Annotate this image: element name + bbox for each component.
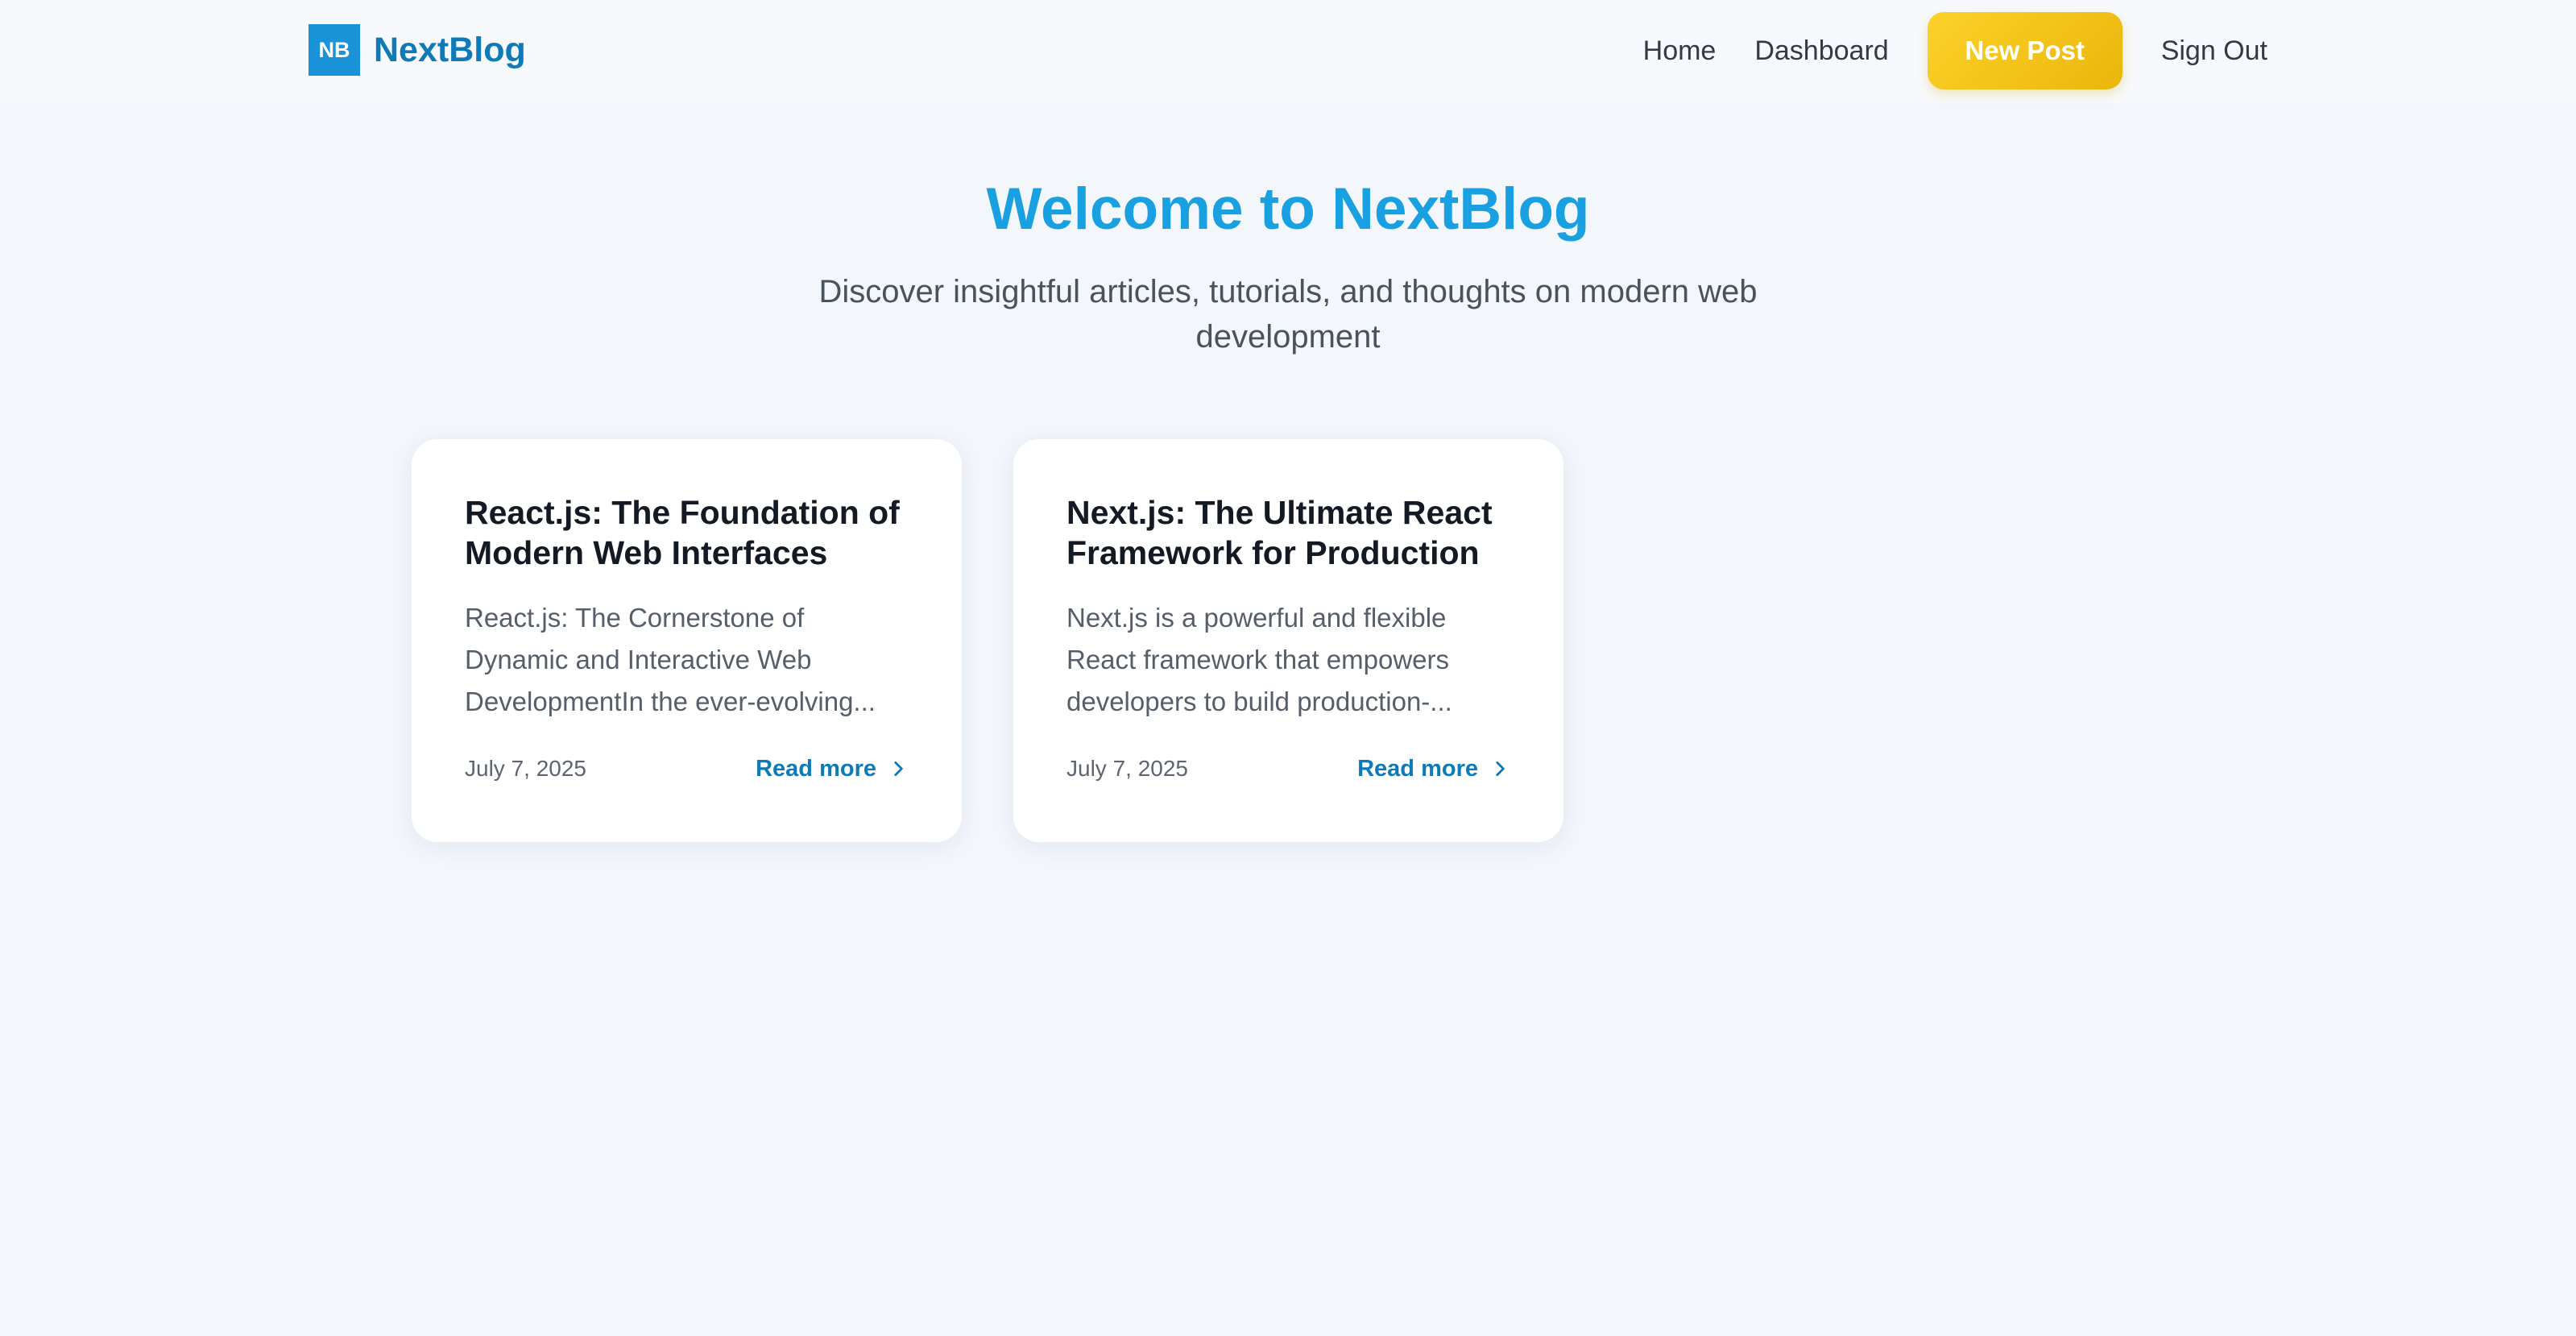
read-more-link[interactable]: Read more — [1357, 716, 1510, 821]
post-footer: July 7, 2025 Read more — [465, 756, 909, 861]
logo-icon: NB — [309, 24, 360, 76]
nav-home-link[interactable]: Home — [1643, 35, 1717, 67]
post-date: July 7, 2025 — [1066, 756, 1188, 781]
post-excerpt: Next.js is a powerful and flexible React… — [1066, 603, 1452, 716]
chevron-right-icon — [1489, 758, 1510, 779]
post-excerpt: React.js: The Cornerstone of Dynamic and… — [465, 603, 876, 716]
read-more-label: Read more — [1357, 756, 1478, 782]
sign-out-link[interactable]: Sign Out — [2161, 35, 2267, 67]
nav-links: Home Dashboard New Post Sign Out — [1643, 11, 2267, 90]
post-card[interactable]: React.js: The Foundation of Modern Web I… — [412, 439, 962, 842]
brand-link[interactable]: NB NextBlog — [309, 24, 526, 76]
post-date: July 7, 2025 — [465, 756, 586, 781]
read-more-link[interactable]: Read more — [756, 716, 909, 821]
nav-dashboard-link[interactable]: Dashboard — [1754, 35, 1888, 67]
brand-name: NextBlog — [374, 30, 526, 69]
read-more-label: Read more — [756, 756, 876, 782]
chevron-right-icon — [888, 758, 909, 779]
hero-subtitle: Discover insightful articles, tutorials,… — [818, 274, 1758, 355]
new-post-button[interactable]: New Post — [1927, 12, 2123, 89]
post-title[interactable]: Next.js: The Ultimate React Framework fo… — [1066, 492, 1510, 573]
top-navbar: NB NextBlog Home Dashboard New Post Sign… — [0, 0, 2576, 103]
post-footer: July 7, 2025 Read more — [1066, 756, 1510, 861]
post-card[interactable]: Next.js: The Ultimate React Framework fo… — [1013, 439, 1563, 842]
hero-title: Welcome to NextBlog — [986, 176, 1590, 242]
post-title[interactable]: React.js: The Foundation of Modern Web I… — [465, 492, 909, 573]
